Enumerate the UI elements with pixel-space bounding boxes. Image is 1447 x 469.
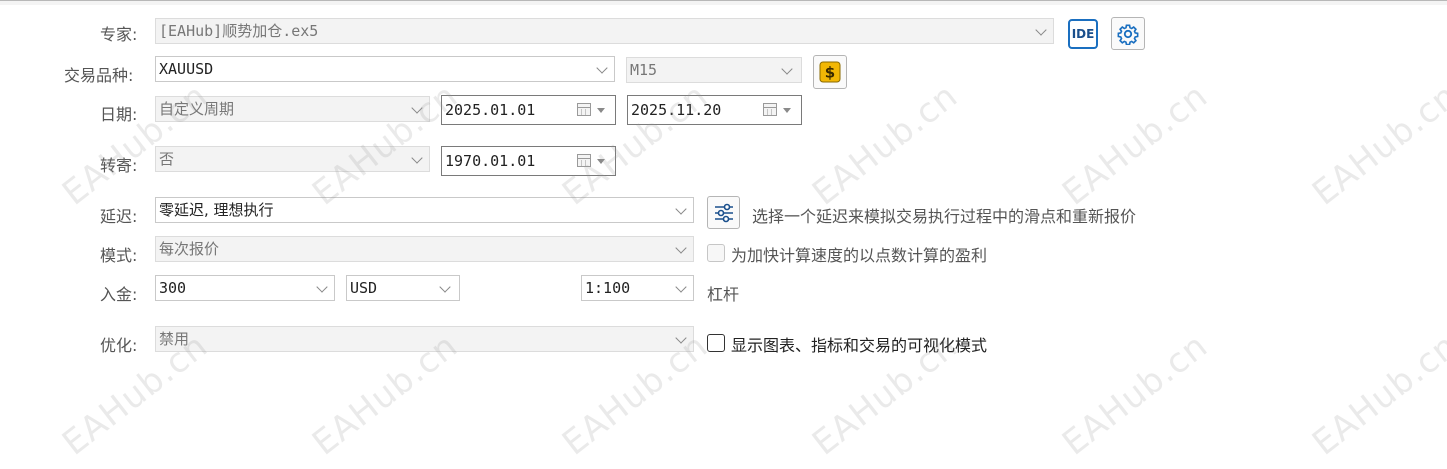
delay-value: 零延迟, 理想执行 <box>159 201 274 219</box>
calendar-icon <box>577 103 591 116</box>
dollar-icon: $ <box>819 61 841 83</box>
mode-label: 模式: <box>100 246 138 265</box>
chevron-down-icon <box>411 102 423 114</box>
deposit-currency-select[interactable]: USD <box>346 275 460 301</box>
chevron-down-icon <box>675 281 687 293</box>
timeframe-select[interactable]: M15 <box>626 57 802 83</box>
leverage-label: 杠杆 <box>707 285 740 304</box>
symbol-properties-button[interactable]: $ <box>813 55 847 89</box>
chevron-down-icon <box>439 281 451 293</box>
forward-select[interactable]: 否 <box>155 146 430 172</box>
expert-value: [EAHub]顺势加仓.ex5 <box>159 22 319 40</box>
chevron-down-icon <box>675 203 687 215</box>
expert-label: 专家: <box>100 25 138 44</box>
date-to-picker[interactable]: 2025.11.20 <box>627 95 802 125</box>
dropdown-arrow-icon <box>597 108 605 113</box>
ide-button[interactable]: IDE <box>1066 17 1100 51</box>
date-from-value: 2025.01.01 <box>445 101 536 119</box>
forward-date-picker[interactable]: 1970.01.01 <box>441 146 616 176</box>
dropdown-arrow-icon <box>597 159 605 164</box>
deposit-label: 入金: <box>100 285 138 304</box>
window-top-border <box>0 0 1447 5</box>
delay-select[interactable]: 零延迟, 理想执行 <box>155 197 694 223</box>
date-period-select[interactable]: 自定义周期 <box>155 96 430 122</box>
date-from-picker[interactable]: 2025.01.01 <box>441 95 616 125</box>
visual-mode-checkbox[interactable] <box>707 334 725 352</box>
watermark: EAHub.cn <box>805 75 966 214</box>
forward-value: 否 <box>159 150 175 168</box>
chevron-down-icon <box>316 281 328 293</box>
sliders-icon <box>714 203 733 222</box>
date-label: 日期: <box>100 105 138 124</box>
forward-label: 转寄: <box>100 156 138 175</box>
deposit-amount-select[interactable]: 300 <box>155 275 335 301</box>
chevron-down-icon <box>675 242 687 254</box>
delay-description: 选择一个延迟来模拟交易执行过程中的滑点和重新报价 <box>752 207 1137 226</box>
points-profit-label: 为加快计算速度的以点数计算的盈利 <box>731 246 988 265</box>
chevron-down-icon <box>1035 24 1047 36</box>
date-period-value: 自定义周期 <box>159 100 235 118</box>
gear-icon <box>1117 23 1139 45</box>
leverage-select[interactable]: 1:100 <box>581 275 694 301</box>
optimization-select[interactable]: 禁用 <box>155 326 694 352</box>
leverage-value: 1:100 <box>585 279 631 297</box>
chevron-down-icon <box>411 152 423 164</box>
symbol-label: 交易品种: <box>64 66 134 85</box>
optimization-label: 优化: <box>100 336 138 355</box>
visual-mode-label: 显示图表、指标和交易的可视化模式 <box>731 336 988 355</box>
deposit-amount-value: 300 <box>159 279 187 297</box>
watermark: EAHub.cn <box>1055 75 1216 214</box>
symbol-select[interactable]: XAUUSD <box>155 56 615 82</box>
watermark: EAHub.cn <box>1305 325 1447 464</box>
mode-value: 每次报价 <box>159 240 220 258</box>
watermark: EAHub.cn <box>1305 75 1447 214</box>
optimization-value: 禁用 <box>159 330 190 348</box>
watermark: EAHub.cn <box>1055 325 1216 464</box>
symbol-value: XAUUSD <box>159 60 214 78</box>
expert-settings-button[interactable] <box>1111 17 1145 50</box>
delay-label: 延迟: <box>100 207 138 226</box>
deposit-currency-value: USD <box>350 279 378 297</box>
chevron-down-icon <box>596 62 608 74</box>
points-profit-checkbox[interactable] <box>707 244 725 262</box>
expert-select[interactable]: [EAHub]顺势加仓.ex5 <box>155 18 1054 44</box>
timeframe-value: M15 <box>630 61 658 79</box>
ide-icon: IDE <box>1068 19 1098 49</box>
chevron-down-icon <box>675 332 687 344</box>
date-to-value: 2025.11.20 <box>631 101 722 119</box>
dropdown-arrow-icon <box>783 108 791 113</box>
calendar-icon <box>577 154 591 167</box>
delay-settings-button[interactable] <box>707 196 740 229</box>
chevron-down-icon <box>781 63 793 75</box>
svg-text:$: $ <box>825 64 835 82</box>
calendar-icon <box>763 103 777 116</box>
forward-date-value: 1970.01.01 <box>445 152 536 170</box>
mode-select[interactable]: 每次报价 <box>155 236 694 262</box>
